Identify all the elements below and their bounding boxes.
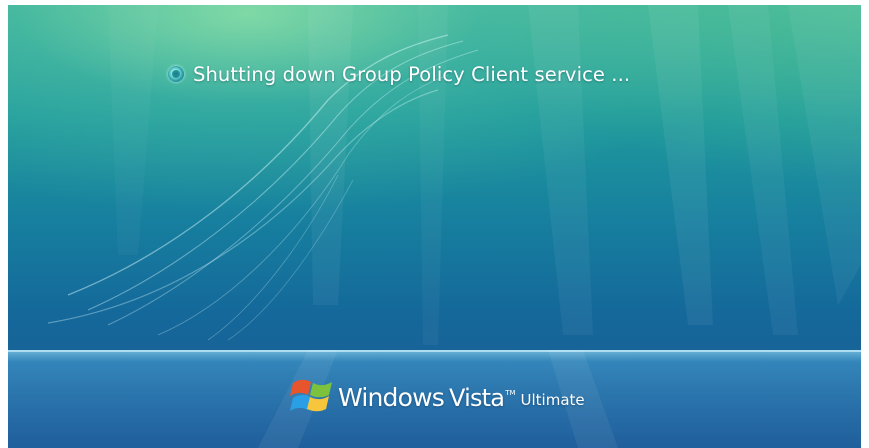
windows-flag-logo	[290, 379, 332, 412]
busy-spinner-icon	[168, 66, 184, 82]
brand-windows-text: Windows	[338, 383, 445, 412]
vista-shutdown-screen: Shutting down Group Policy Client servic…	[8, 5, 861, 448]
brand-edition-text: Ultimate	[520, 391, 585, 409]
trademark-mark: TM	[505, 389, 516, 397]
windows-branding: Windows Vista TM Ultimate	[290, 373, 585, 419]
shutdown-status: Shutting down Group Policy Client servic…	[168, 58, 630, 90]
shutdown-status-text: Shutting down Group Policy Client servic…	[193, 62, 631, 86]
brand-vista-text: Vista	[449, 383, 505, 412]
